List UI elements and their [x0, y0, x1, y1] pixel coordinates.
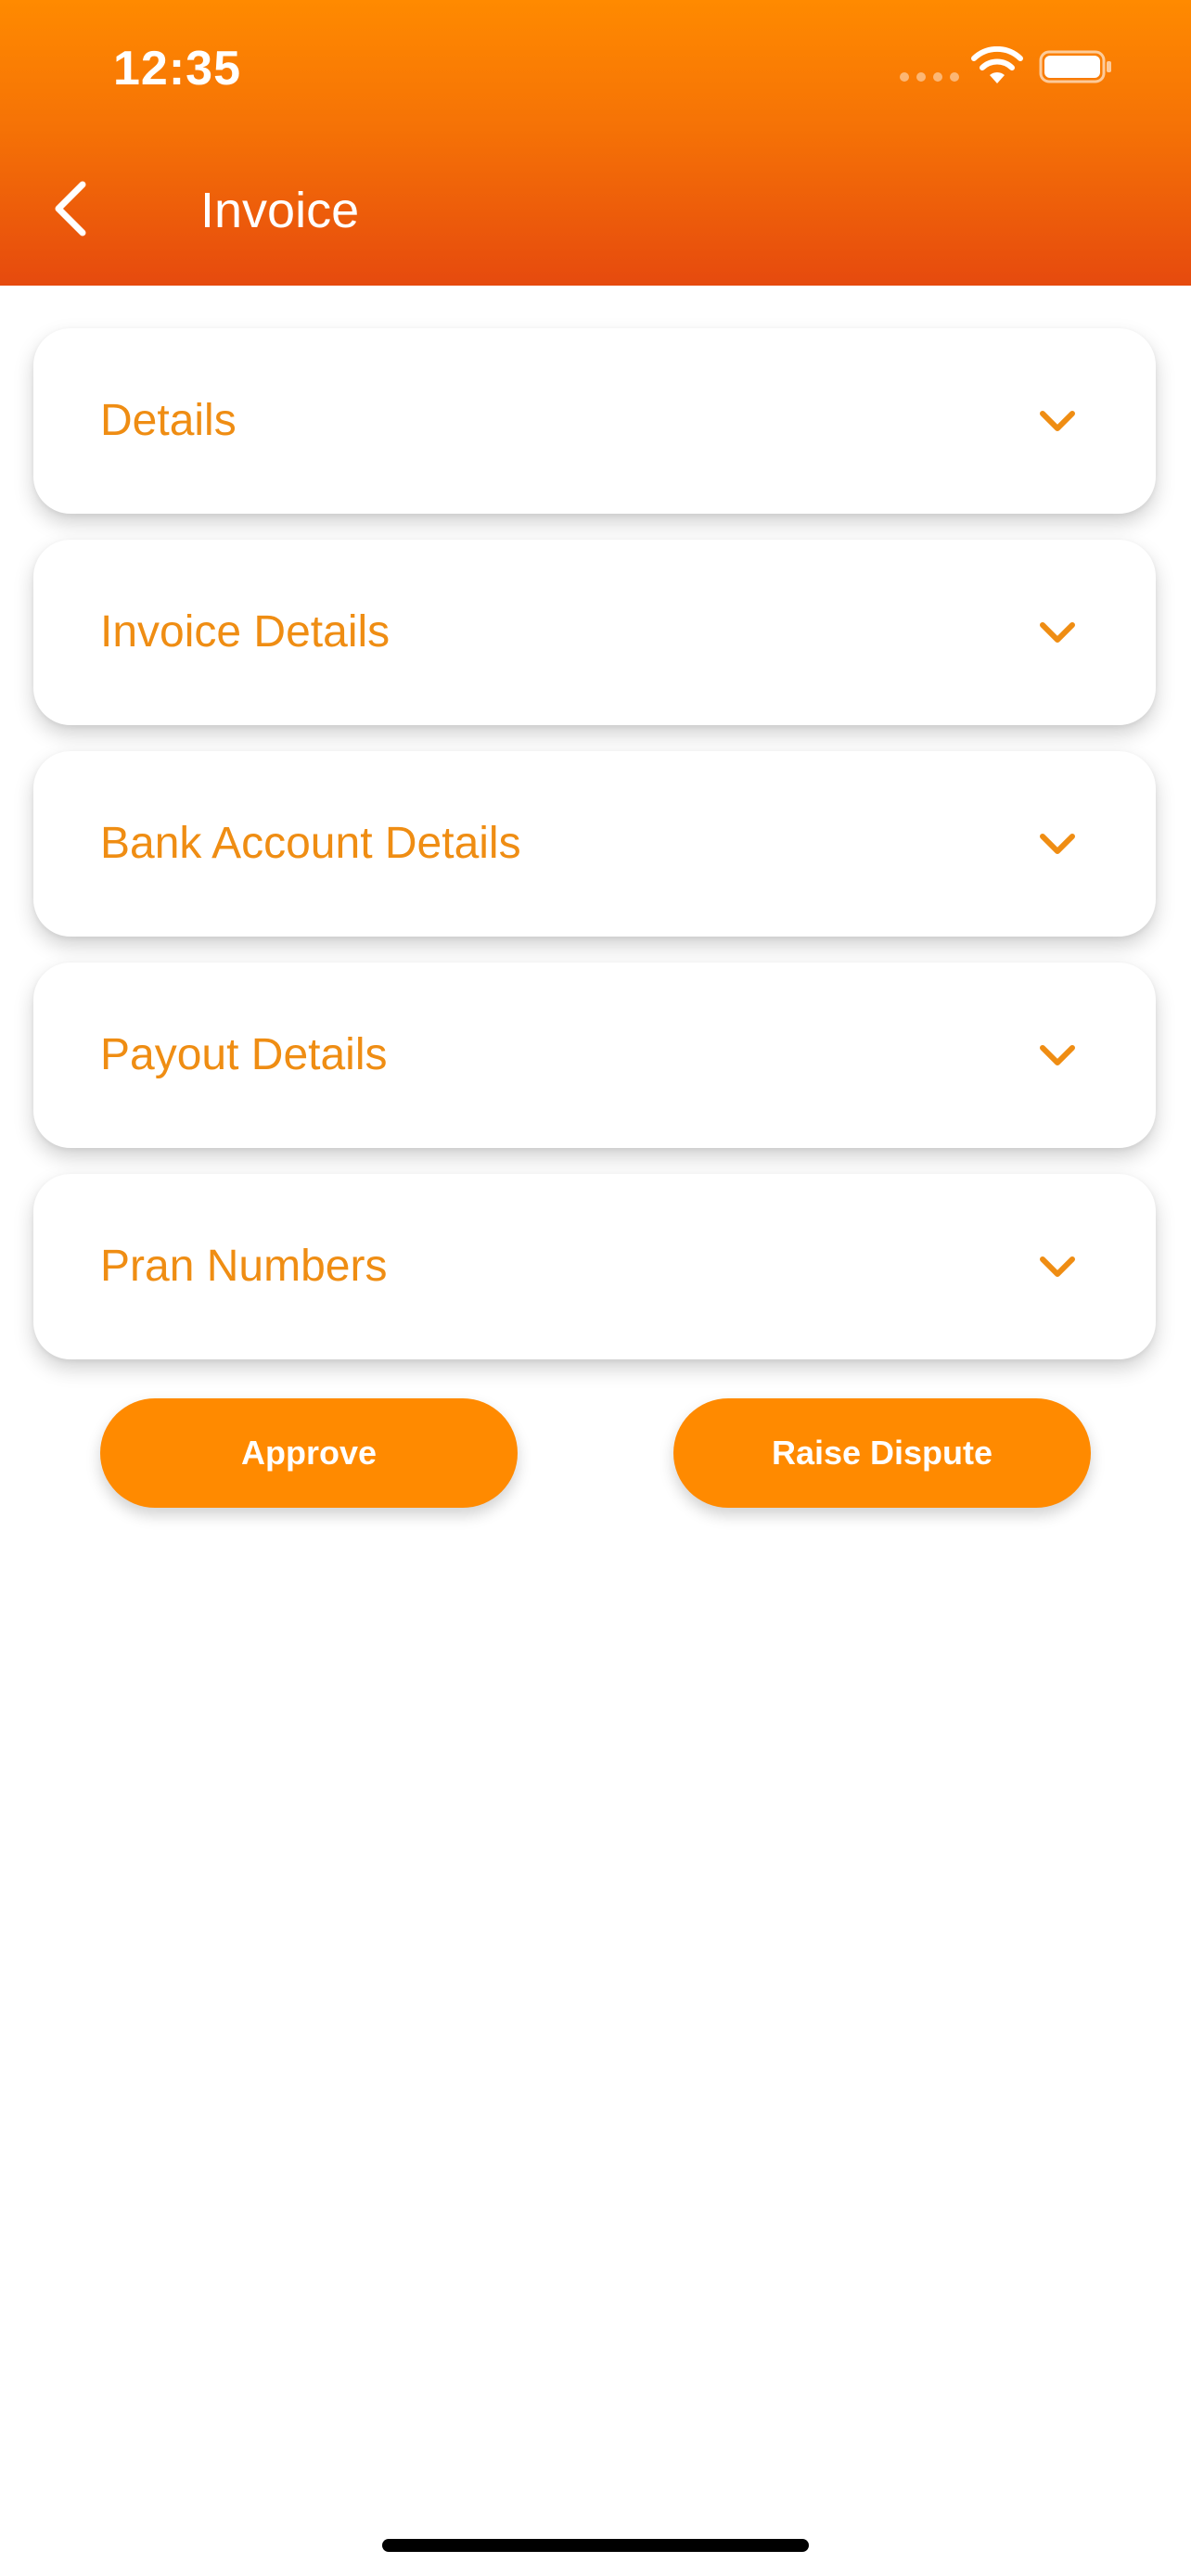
section-pran-numbers[interactable]: Pran Numbers [33, 1174, 1156, 1359]
approve-button[interactable]: Approve [100, 1398, 518, 1508]
section-invoice-details[interactable]: Invoice Details [33, 540, 1156, 725]
battery-icon [1039, 50, 1111, 83]
chevron-down-icon [1040, 411, 1075, 431]
section-title: Bank Account Details [100, 819, 521, 868]
section-payout-details[interactable]: Payout Details [33, 963, 1156, 1148]
section-title: Payout Details [100, 1030, 388, 1079]
wifi-icon [971, 46, 1023, 83]
section-title: Details [100, 396, 237, 445]
chevron-down-icon [1040, 622, 1075, 643]
section-bank-account-details[interactable]: Bank Account Details [33, 751, 1156, 937]
raise-dispute-button[interactable]: Raise Dispute [673, 1398, 1091, 1508]
status-bar: 12:35 [0, 0, 1191, 139]
section-title: Pran Numbers [100, 1242, 388, 1291]
back-button[interactable] [28, 167, 111, 250]
section-title: Invoice Details [100, 607, 391, 657]
navigation-bar: Invoice [0, 158, 1191, 260]
home-indicator[interactable] [382, 2539, 809, 2552]
invoice-screen: 12:35 Invoice Details Invoice Details Ba… [0, 0, 1191, 2576]
app-header: 12:35 Invoice [0, 0, 1191, 286]
chevron-down-icon [1040, 834, 1075, 854]
page-title: Invoice [200, 183, 360, 238]
status-time: 12:35 [113, 42, 241, 96]
cellular-signal-icon [900, 72, 959, 82]
chevron-down-icon [1040, 1256, 1075, 1277]
chevron-down-icon [1040, 1045, 1075, 1065]
section-details[interactable]: Details [33, 328, 1156, 514]
chevron-left-icon [55, 181, 86, 236]
